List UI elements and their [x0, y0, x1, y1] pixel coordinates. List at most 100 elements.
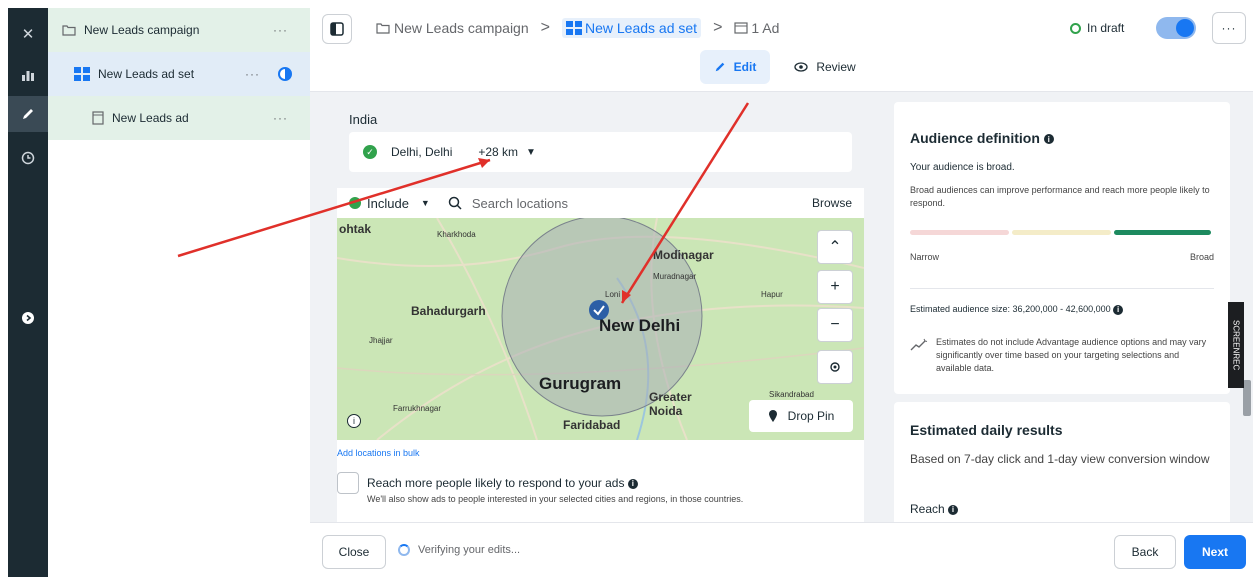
reach-more-text: Reach more people likely to respond to y…	[367, 476, 625, 490]
main-panel: India ✓ Delhi, Delhi +28 km ▼ Include ▼ …	[310, 92, 878, 522]
eye-icon	[794, 62, 808, 72]
reach-text: Reach	[910, 502, 945, 516]
ad-icon	[92, 111, 104, 125]
breadcrumb-campaign[interactable]: New Leads campaign	[376, 20, 529, 36]
drop-pin-label: Drop Pin	[787, 409, 835, 423]
meter-narrow-label: Narrow	[910, 252, 940, 262]
map-label-faridabad: Faridabad	[563, 418, 621, 432]
tab-edit-label: Edit	[733, 60, 757, 74]
tree-item-ad[interactable]: New Leads ad ···	[48, 96, 310, 140]
country-group: India ✓ Delhi, Delhi +28 km ▼	[337, 96, 864, 188]
browse-button[interactable]: Browse	[812, 196, 852, 210]
reach-more-checkbox[interactable]	[337, 472, 359, 494]
map-label-hapur: Hapur	[761, 290, 783, 299]
map-label-farrukhnagar: Farrukhnagar	[393, 404, 442, 413]
clock-icon[interactable]	[8, 140, 48, 176]
map-label-jhajjar: Jhajjar	[369, 336, 393, 345]
info-icon[interactable]: i	[1113, 304, 1124, 315]
chart-icon[interactable]	[8, 56, 48, 92]
scrollbar-thumb[interactable]	[1243, 380, 1251, 416]
footer: Close Verifying your edits... Back Next	[310, 522, 1253, 577]
info-icon[interactable]: i	[1043, 134, 1054, 145]
add-locations-bulk-link[interactable]: Add locations in bulk	[337, 448, 420, 458]
more-icon[interactable]: ···	[245, 67, 260, 81]
back-button[interactable]: Back	[1114, 535, 1176, 569]
meter-narrow-seg	[910, 230, 1009, 235]
help-icon[interactable]	[8, 300, 48, 336]
chevron-right-icon: >	[713, 19, 723, 36]
caret-down-icon[interactable]: ▼	[526, 147, 536, 158]
info-icon[interactable]: i	[627, 478, 638, 489]
location-map[interactable]: ohtak Kharkhoda Modinagar Muradnagar Lon…	[337, 218, 864, 440]
meter-broad-seg	[1114, 230, 1212, 235]
next-button[interactable]: Next	[1184, 535, 1246, 569]
map-label-bahadurgarh: Bahadurgarh	[411, 304, 486, 318]
map-pin-icon	[768, 410, 777, 422]
tree-item-campaign[interactable]: New Leads campaign ···	[48, 8, 310, 52]
include-pin-icon	[349, 197, 361, 209]
audience-note: Estimates do not include Advantage audie…	[936, 337, 1207, 373]
search-locations-input[interactable]: Search locations	[472, 196, 568, 211]
tree-campaign-label: New Leads campaign	[84, 23, 200, 37]
verifying-text: Verifying your edits...	[418, 544, 521, 556]
right-panel: Audience definition i Your audience is b…	[878, 92, 1253, 532]
tab-edit[interactable]: Edit	[700, 50, 770, 84]
breadcrumb-campaign-label: New Leads campaign	[394, 20, 529, 36]
status-badge: In draft	[1070, 21, 1124, 35]
info-icon[interactable]: i	[948, 504, 959, 515]
folder-icon	[62, 24, 76, 36]
locate-button[interactable]	[817, 350, 853, 384]
pencil-icon[interactable]	[8, 96, 48, 132]
chevron-right-icon: >	[540, 19, 550, 36]
estimated-description: Based on 7-day click and 1-day view conv…	[910, 452, 1210, 466]
sidebar-toggle-icon[interactable]	[322, 14, 352, 44]
half-circle-status-icon	[278, 67, 292, 81]
map-label-rohtak: ohtak	[339, 222, 372, 236]
breadcrumb-ad[interactable]: 1 Ad	[734, 20, 779, 36]
drop-pin-button[interactable]: Drop Pin	[749, 400, 853, 432]
zoom-out-button[interactable]: −	[817, 308, 853, 342]
pencil-icon	[715, 62, 724, 72]
reach-more-subtext: We'll also show ads to people interested…	[367, 494, 744, 504]
location-pin-icon: ✓	[363, 145, 377, 159]
audience-definition-card: Audience definition i Your audience is b…	[894, 102, 1230, 394]
more-icon[interactable]: ···	[273, 23, 288, 37]
grid-icon	[74, 67, 90, 81]
map-info-icon[interactable]: i	[347, 414, 361, 428]
city-row[interactable]: ✓ Delhi, Delhi +28 km ▼	[349, 132, 852, 172]
map-label-kharkhoda: Kharkhoda	[437, 230, 476, 239]
estimated-title: Estimated daily results	[910, 422, 1063, 438]
top-bar: New Leads campaign > New Leads ad set > …	[310, 8, 1253, 92]
radius-dropdown[interactable]: +28 km	[478, 145, 518, 159]
map-label-new-delhi: New Delhi	[599, 316, 681, 335]
tree-item-ad-set[interactable]: New Leads ad set ···	[48, 52, 310, 96]
close-button[interactable]: Close	[322, 535, 386, 569]
include-dropdown[interactable]: Include ▼	[349, 196, 430, 211]
audience-meter	[910, 230, 1214, 235]
map-collapse-button[interactable]: ⌃	[817, 230, 853, 264]
target-icon	[830, 362, 840, 372]
toggle-knob	[1176, 19, 1194, 37]
tab-review[interactable]: Review	[780, 50, 870, 84]
tab-review-label: Review	[816, 60, 856, 74]
breadcrumb-ad-set[interactable]: New Leads ad set	[561, 18, 702, 38]
close-icon[interactable]: ✕	[8, 16, 48, 52]
map-label-muradnagar: Muradnagar	[653, 272, 697, 281]
map-label-gurugram: Gurugram	[539, 374, 622, 393]
divider	[910, 288, 1214, 289]
audience-description: Broad audiences can improve performance …	[910, 185, 1210, 208]
zoom-in-button[interactable]: +	[817, 270, 853, 304]
grid-icon	[565, 21, 582, 35]
map-label-greater-noida: Greater Noida	[649, 390, 692, 418]
more-icon[interactable]: ···	[273, 111, 288, 125]
meter-broad-label: Broad	[1189, 252, 1214, 262]
tree-ad-set-label: New Leads ad set	[98, 67, 195, 81]
map-label-sikandrabad: Sikandrabad	[769, 390, 814, 399]
campaign-toggle[interactable]	[1156, 17, 1196, 39]
city-name: Delhi, Delhi	[391, 145, 453, 159]
screenrec-badge: SCREENREC	[1228, 302, 1244, 388]
draft-circle-icon	[1070, 22, 1081, 34]
more-options-button[interactable]: ···	[1212, 12, 1246, 44]
search-icon	[448, 196, 462, 210]
breadcrumb-ad-set-label: New Leads ad set	[584, 20, 698, 36]
